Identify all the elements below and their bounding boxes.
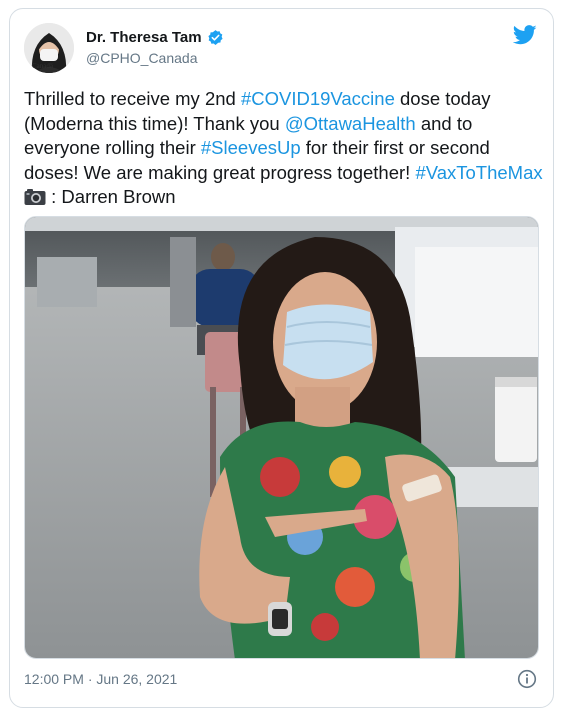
tweet-text-part: Thrilled to receive my 2nd — [24, 88, 241, 109]
avatar-caption: Canadä — [32, 62, 53, 70]
hashtag-covid19vaccine-link[interactable]: #COVID19Vaccine — [241, 88, 395, 109]
tweet-timestamp[interactable]: 12:00 PM · Jun 26, 2021 — [24, 671, 177, 687]
author-name-row[interactable]: Dr. Theresa Tam — [86, 29, 224, 46]
tweet-photo[interactable] — [24, 216, 539, 659]
hashtag-sleevesup-link[interactable]: #SleevesUp — [201, 137, 301, 158]
hashtag-vaxtothemax-link[interactable]: #VaxToTheMax — [415, 162, 542, 183]
tweet-text: Thrilled to receive my 2nd #COVID19Vacci… — [24, 87, 544, 210]
author-handle[interactable]: @CPHO_Canada — [86, 50, 198, 66]
author-name[interactable]: Dr. Theresa Tam — [86, 29, 202, 46]
tweet-card: Canadä Dr. Theresa Tam @CPHO_Canada Thri… — [9, 8, 554, 708]
info-icon[interactable] — [517, 669, 537, 689]
mention-ottawahealth-link[interactable]: @OttawaHealth — [285, 113, 416, 134]
camera-icon — [24, 189, 46, 205]
photo-credit: : Darren Brown — [46, 186, 176, 207]
verified-badge-icon — [208, 30, 223, 45]
twitter-bird-icon[interactable] — [513, 25, 537, 45]
vaccination-photo — [25, 217, 538, 658]
